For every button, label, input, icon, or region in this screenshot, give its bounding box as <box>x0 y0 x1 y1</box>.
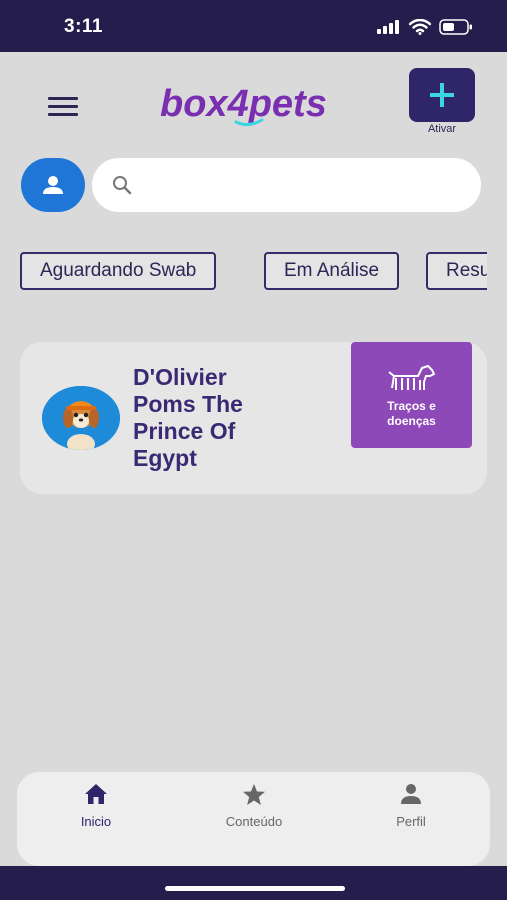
traits-diseases-label: Traços e doenças <box>351 399 472 429</box>
status-icons <box>377 19 473 35</box>
filter-chips: Aguardando Swab Em Análise Resu <box>20 252 487 292</box>
activate-button[interactable] <box>409 68 475 122</box>
person-icon <box>43 176 63 194</box>
signal-icon <box>377 20 399 34</box>
home-icon <box>85 784 107 804</box>
profile-avatar-button[interactable] <box>21 158 85 212</box>
pet-name: D'Olivier Poms The Prince Of Egypt <box>133 364 243 471</box>
search-input[interactable] <box>142 168 462 202</box>
menu-line <box>48 105 78 108</box>
wifi-icon <box>409 19 431 35</box>
nav-item-inicio[interactable]: Inicio <box>41 782 151 829</box>
person-icon <box>401 784 421 804</box>
star-icon <box>243 783 265 805</box>
nav-item-perfil[interactable]: Perfil <box>356 782 466 829</box>
svg-text:box4pets: box4pets <box>160 83 327 125</box>
menu-line <box>48 113 78 116</box>
home-indicator[interactable] <box>165 886 345 891</box>
pet-card[interactable]: D'Olivier Poms The Prince Of Egypt Traço… <box>20 342 487 494</box>
filter-chip-em-analise[interactable]: Em Análise <box>264 252 400 290</box>
traits-label-line-2: doenças <box>387 414 436 428</box>
activate-label: Ativar <box>427 123 457 135</box>
nav-label-inicio: Inicio <box>80 814 112 829</box>
status-bar: 3:11 <box>0 0 507 52</box>
traits-diseases-button[interactable]: Traços e doenças <box>351 342 472 448</box>
home-indicator-area <box>0 866 507 900</box>
bottom-nav: Inicio Conteúdo Perfil <box>17 772 490 866</box>
menu-line <box>48 97 78 100</box>
activate-group: Ativar <box>409 68 475 135</box>
box4pets-logo: box4pets <box>160 83 327 127</box>
dog-illustration <box>42 386 120 450</box>
menu-button[interactable] <box>48 97 82 119</box>
plus-icon <box>430 83 454 107</box>
traits-label-line-1: Traços e <box>387 399 436 413</box>
app-header: box4pets Ativar <box>0 52 507 152</box>
search-icon <box>113 176 132 195</box>
dog-icon <box>388 365 435 390</box>
nav-item-conteudo[interactable]: Conteúdo <box>199 782 309 829</box>
filter-chip-resultado[interactable]: Resu <box>426 252 487 290</box>
pet-avatar <box>42 386 120 450</box>
search-bar[interactable] <box>92 158 481 212</box>
battery-icon <box>439 19 472 35</box>
filter-chip-aguardando-swab[interactable]: Aguardando Swab <box>20 252 217 290</box>
nav-label-conteudo: Conteúdo <box>225 814 283 829</box>
nav-label-perfil: Perfil <box>396 814 426 829</box>
status-time: 3:11 <box>64 16 103 37</box>
